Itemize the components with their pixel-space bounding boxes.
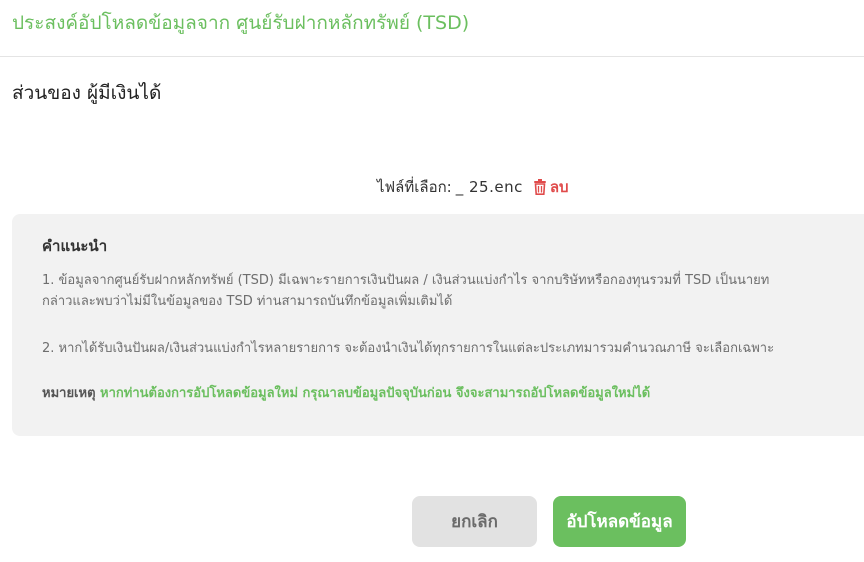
upload-button[interactable]: อัปโหลดข้อมูล (553, 496, 686, 547)
instruction-item-1-line-1: 1. ข้อมูลจากศูนย์รับฝากหลักทรัพย์ (TSD) … (42, 273, 770, 288)
file-name-fragment: _ 25.enc (455, 178, 523, 196)
trash-icon (533, 179, 546, 195)
upload-dialog: ประสงค์อัปโหลดข้อมูลจาก ศูนย์รับฝากหลักท… (0, 0, 864, 562)
cancel-button[interactable]: ยกเลิก (412, 496, 537, 547)
instructions-box: คำแนะนำ 1. ข้อมูลจากศูนย์รับฝากหลักทรัพย… (12, 214, 864, 436)
delete-file-button[interactable]: ลบ (533, 175, 569, 199)
selected-file-name: _ 25.enc (456, 178, 523, 196)
instruction-item-2: 2. หากได้รับเงินปันผล/เงินส่วนแบ่งกำไรหล… (42, 341, 775, 356)
selected-file-row: ไฟล์ที่เลือก: _ 25.enc ลบ (377, 174, 569, 200)
section-label: ส่วนของ ผู้มีเงินได้ (12, 82, 162, 104)
remark: หมายเหตุ หากท่านต้องการอัปโหลดข้อมูลใหม่… (42, 383, 650, 404)
delete-label: ลบ (549, 178, 569, 196)
title-divider (0, 56, 864, 57)
page-title: ประสงค์อัปโหลดข้อมูลจาก ศูนย์รับฝากหลักท… (12, 12, 470, 34)
remark-text: หากท่านต้องการอัปโหลดข้อมูลใหม่ กรุณาลบข… (100, 386, 651, 401)
selected-file-label: ไฟล์ที่เลือก: (377, 178, 452, 196)
instructions-heading: คำแนะนำ (42, 237, 108, 255)
instruction-item-1-line-2: กล่าวและพบว่าไม่มีในข้อมูลของ TSD ท่านสา… (42, 294, 453, 309)
remark-label: หมายเหตุ (42, 386, 96, 401)
